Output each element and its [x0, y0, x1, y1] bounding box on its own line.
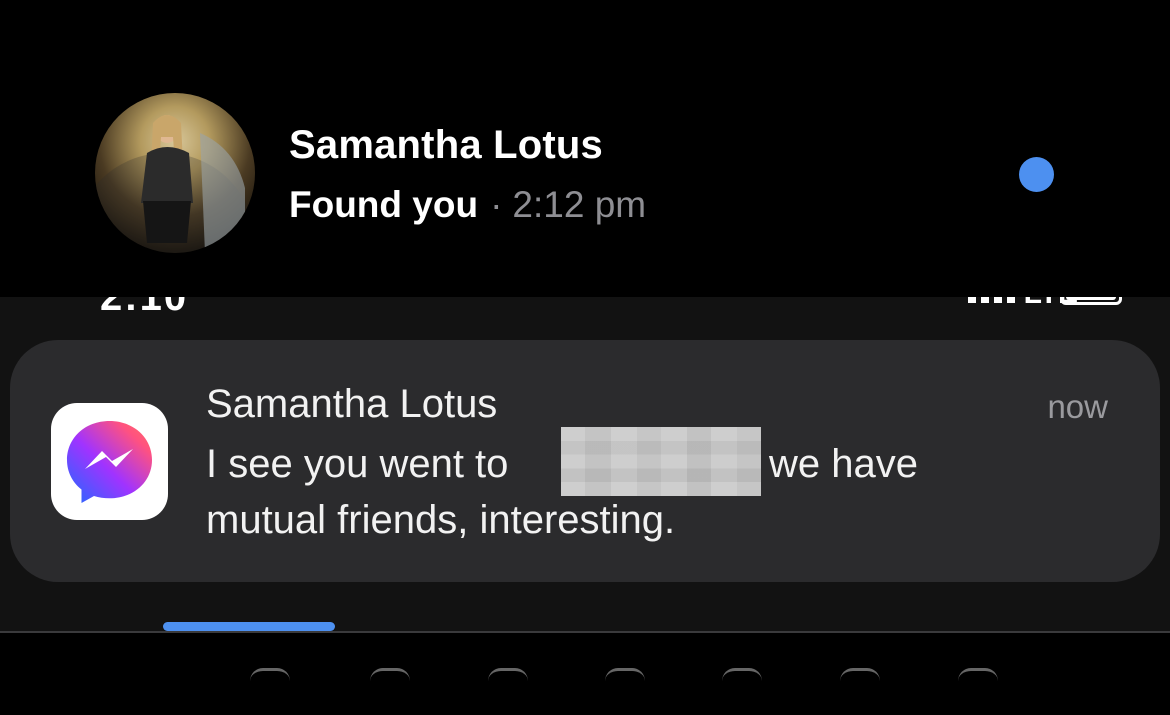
message-preview: Found you · 2:12 pm	[289, 184, 646, 226]
contact-name: Samantha Lotus	[289, 123, 603, 167]
message-time: 2:12 pm	[512, 184, 647, 225]
notification-time: now	[1047, 388, 1108, 425]
story-avatar-peek[interactable]	[250, 668, 290, 681]
notification-sender: Samantha Lotus	[206, 382, 498, 426]
status-bar-time: 2:10	[100, 297, 189, 319]
signal-icon	[968, 297, 1015, 303]
body-text-c: mutual friends, interesting.	[206, 498, 676, 542]
redaction-blur	[561, 427, 761, 496]
notification-banner[interactable]: Samantha Lotus now I see you went to nd w…	[10, 340, 1160, 582]
separator: ·	[490, 184, 503, 225]
avatar	[95, 93, 255, 253]
tab-indicator	[163, 622, 335, 631]
story-avatar-peek[interactable]	[958, 668, 998, 681]
messenger-icon	[51, 403, 168, 520]
unread-indicator	[1019, 157, 1054, 192]
story-avatar-peek[interactable]	[370, 668, 410, 681]
shared-screenshot[interactable]: 2:10 LTE Samantha Lotus now	[0, 297, 1170, 631]
story-avatar-peek[interactable]	[840, 668, 880, 681]
chat-list-item[interactable]: Samantha Lotus Found you · 2:12 pm	[0, 0, 1170, 297]
body-text-a: I see you went to	[206, 442, 509, 486]
story-avatar-peek[interactable]	[488, 668, 528, 681]
story-avatar-peek[interactable]	[722, 668, 762, 681]
story-avatar-peek[interactable]	[605, 668, 645, 681]
battery-icon	[1060, 297, 1122, 305]
last-message: Found you	[289, 184, 479, 225]
divider	[0, 631, 1170, 633]
